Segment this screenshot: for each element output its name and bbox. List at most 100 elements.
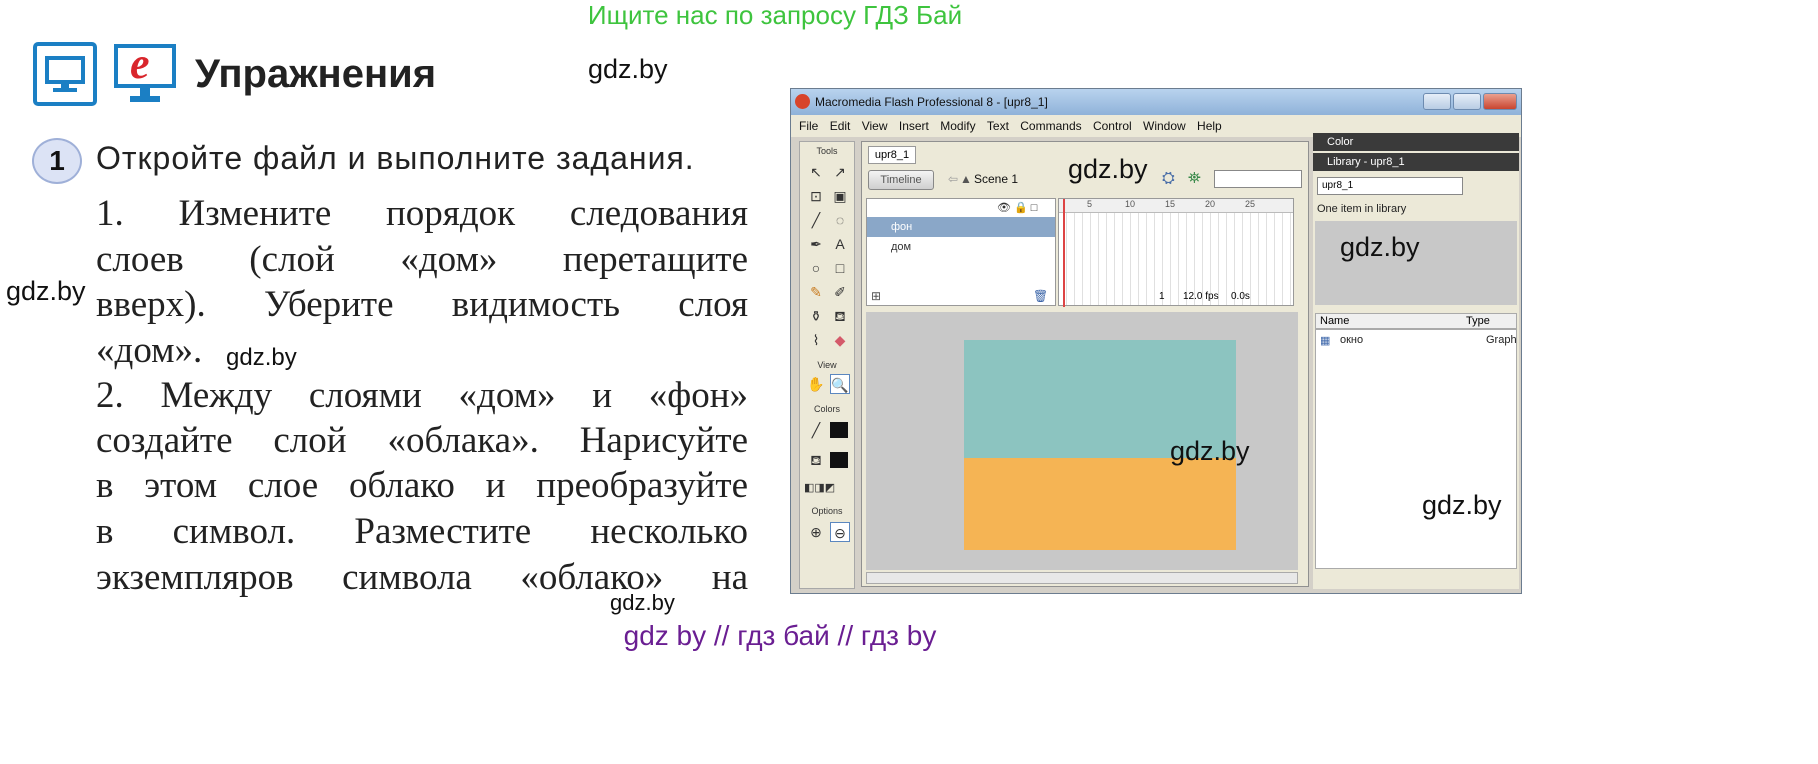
frames-panel[interactable]: 5 10 15 20 25 1 12.0 fps 0.0s bbox=[1058, 198, 1294, 307]
options-label: Options bbox=[811, 506, 843, 516]
layer-header-icons: 👁 🔒 □ bbox=[997, 202, 1038, 214]
menu-commands[interactable]: Commands bbox=[1020, 115, 1081, 137]
fill-color-icon[interactable]: ⛾ bbox=[806, 450, 826, 470]
time-readout: 0.0s bbox=[1231, 291, 1250, 302]
hand-tool-icon[interactable]: ✋ bbox=[806, 374, 826, 394]
section-title: Упражнения bbox=[195, 52, 437, 96]
menu-view[interactable]: View bbox=[862, 115, 888, 137]
menu-window[interactable]: Window bbox=[1143, 115, 1186, 137]
zoom-in-icon[interactable]: ⊕ bbox=[806, 522, 826, 542]
stroke-swatch[interactable] bbox=[830, 422, 848, 438]
zoom-select[interactable] bbox=[1214, 170, 1302, 188]
menu-help[interactable]: Help bbox=[1197, 115, 1222, 137]
library-select[interactable]: upr8_1 bbox=[1317, 177, 1463, 195]
arrow-tool-icon[interactable]: ↖ bbox=[806, 162, 826, 182]
footer-links[interactable]: gdz by // гдз бай // гдз by bbox=[0, 620, 1560, 652]
line-tool-icon[interactable]: ╱ bbox=[806, 210, 826, 230]
tools-panel: Tools ↖ ↗ ⊡ ▣ ╱ ◌ ✒ A ○ □ ✎ ✐ ⚱ ⛾ ⌇ ◆ Vi… bbox=[799, 141, 855, 589]
oval-tool-icon[interactable]: ○ bbox=[806, 258, 826, 278]
watermark: gdz.by bbox=[1422, 490, 1502, 520]
document-tab[interactable]: upr8_1 bbox=[868, 146, 916, 164]
library-panel-title: Library - upr8_1 bbox=[1327, 156, 1405, 168]
fill-swatch[interactable] bbox=[830, 452, 848, 468]
library-item-type: Graph bbox=[1486, 334, 1517, 346]
maximize-button[interactable] bbox=[1453, 93, 1481, 110]
watermark: gdz.by bbox=[1340, 232, 1420, 262]
task-line: 2. Между слоями «дом» и «фон» bbox=[96, 375, 748, 416]
library-columns: Name Type bbox=[1315, 313, 1517, 329]
watermark: gdz.by bbox=[226, 344, 297, 371]
edit-symbol-icon[interactable]: ⛯ bbox=[1188, 170, 1201, 188]
menu-text[interactable]: Text bbox=[987, 115, 1009, 137]
watermark: gdz.by bbox=[588, 54, 668, 84]
ruler-tick: 5 bbox=[1087, 199, 1093, 209]
watermark: gdz.by bbox=[6, 276, 86, 306]
menu-file[interactable]: File bbox=[799, 115, 818, 137]
frame-ruler: 5 10 15 20 25 bbox=[1059, 199, 1293, 213]
monitor-glyph bbox=[45, 56, 85, 92]
text-tool-icon[interactable]: A bbox=[830, 234, 850, 254]
minimize-button[interactable] bbox=[1423, 93, 1451, 110]
column-name[interactable]: Name bbox=[1320, 314, 1349, 328]
fill-transform-tool-icon[interactable]: ▣ bbox=[830, 186, 850, 206]
library-item-name[interactable]: окно bbox=[1340, 334, 1363, 346]
window-title: Macromedia Flash Professional 8 - [upr8_… bbox=[815, 95, 1048, 109]
library-list: ▦ окно Graph bbox=[1315, 329, 1517, 569]
task-line: вверх). Уберите видимость слоя bbox=[96, 284, 748, 325]
edit-scene-icon[interactable]: ⛭ bbox=[1162, 170, 1175, 188]
back-arrow-icon[interactable]: ⇦ bbox=[948, 172, 958, 186]
column-type[interactable]: Type bbox=[1466, 314, 1490, 328]
fps-readout: 12.0 fps bbox=[1183, 291, 1219, 302]
ruler-tick: 20 bbox=[1205, 199, 1216, 209]
layer-fon[interactable]: фон bbox=[867, 217, 1055, 237]
library-count: One item in library bbox=[1317, 203, 1407, 215]
paint-bucket-tool-icon[interactable]: ⛾ bbox=[830, 306, 850, 326]
task-line: «дом». bbox=[96, 330, 203, 371]
ruler-tick: 25 bbox=[1245, 199, 1256, 209]
layer-name: фон bbox=[891, 221, 913, 233]
transform-tool-icon[interactable]: ⊡ bbox=[806, 186, 826, 206]
zoom-tool-icon[interactable]: 🔍 bbox=[830, 374, 850, 394]
ink-bottle-tool-icon[interactable]: ⚱ bbox=[806, 306, 826, 326]
document-area: upr8_1 Timeline ⇦ ▲ Scene 1 ⛭ ⛯ 👁 🔒 □ фо… bbox=[861, 141, 1309, 587]
stroke-color-icon[interactable]: ╱ bbox=[806, 420, 826, 440]
menu-insert[interactable]: Insert bbox=[899, 115, 929, 137]
task-line: 1. Измените порядок следования bbox=[96, 193, 748, 234]
top-banner[interactable]: Ищите нас по запросу ГДЗ Бай bbox=[0, 0, 1550, 31]
close-button[interactable] bbox=[1483, 93, 1517, 110]
window-titlebar: Macromedia Flash Professional 8 - [upr8_… bbox=[791, 89, 1521, 115]
timeline-button[interactable]: Timeline bbox=[868, 170, 934, 190]
eyedropper-tool-icon[interactable]: ⌇ bbox=[806, 330, 826, 350]
task-line: создайте слой «облака». Нарисуйте bbox=[96, 420, 748, 461]
layer-name: дом bbox=[891, 241, 912, 253]
eraser-tool-icon[interactable]: ◆ bbox=[830, 330, 850, 350]
brush-tool-icon[interactable]: ✐ bbox=[830, 282, 850, 302]
subselect-tool-icon[interactable]: ↗ bbox=[830, 162, 850, 182]
layer-dom[interactable]: дом bbox=[867, 237, 1055, 257]
ruler-tick: 15 bbox=[1165, 199, 1176, 209]
task-line: слоев (слой «дом» перетащите bbox=[96, 239, 748, 280]
menu-edit[interactable]: Edit bbox=[830, 115, 851, 137]
library-panel-header[interactable]: Library - upr8_1 bbox=[1313, 153, 1519, 171]
watermark: gdz.by bbox=[1068, 154, 1148, 184]
pencil-tool-icon[interactable]: ✎ bbox=[806, 282, 826, 302]
monitor-icon bbox=[33, 42, 97, 106]
menu-modify[interactable]: Modify bbox=[940, 115, 975, 137]
lasso-tool-icon[interactable]: ◌ bbox=[830, 210, 850, 230]
playhead[interactable] bbox=[1063, 199, 1065, 307]
colors-label: Colors bbox=[813, 404, 840, 414]
menu-control[interactable]: Control bbox=[1093, 115, 1132, 137]
color-panel-header[interactable]: Color bbox=[1313, 133, 1519, 151]
rectangle-tool-icon[interactable]: □ bbox=[830, 258, 850, 278]
pen-tool-icon[interactable]: ✒ bbox=[806, 234, 826, 254]
scene-icon: ▲ bbox=[960, 172, 972, 186]
delete-layer-icon[interactable]: 🗑 bbox=[1033, 289, 1048, 303]
e-letter: e bbox=[130, 39, 150, 88]
swap-colors-icon[interactable]: ◧◨◩ bbox=[804, 478, 835, 498]
graphic-symbol-icon: ▦ bbox=[1320, 335, 1331, 347]
add-layer-icon[interactable]: ⊞ bbox=[871, 289, 881, 303]
layers-panel: 👁 🔒 □ фон дом ⊞ 🗑 bbox=[866, 198, 1056, 306]
zoom-out-icon[interactable]: ⊖ bbox=[830, 522, 850, 542]
task-line: в этом слое облако и преобразуйте bbox=[96, 465, 748, 506]
horizontal-scrollbar[interactable] bbox=[866, 572, 1298, 584]
